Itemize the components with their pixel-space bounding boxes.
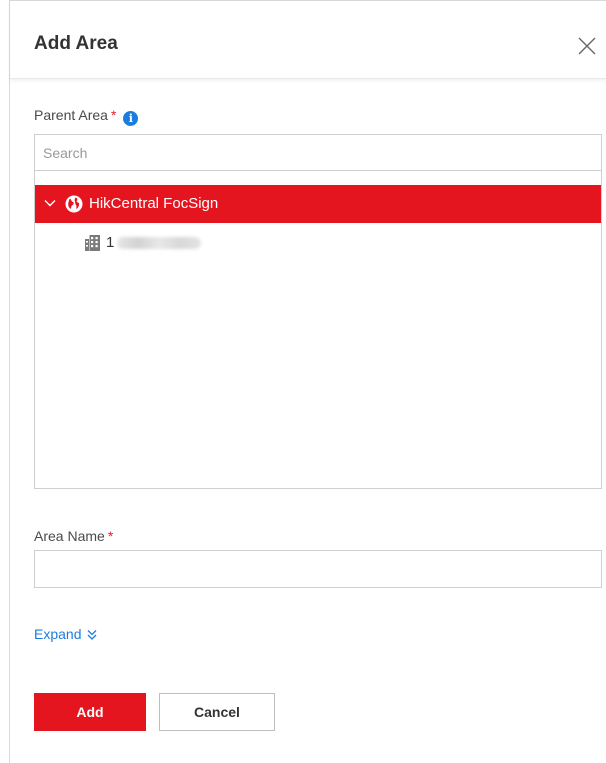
dialog-title: Add Area [34,33,118,54]
area-name-label: Area Name * [34,527,113,545]
area-name-label-text: Area Name [34,528,105,544]
parent-area-label: Parent Area * i [34,106,139,126]
required-mark: * [107,528,114,544]
globe-icon [65,195,83,213]
add-area-dialog: Add Area Parent Area*i HikCentral FocSig… [9,0,606,763]
parent-area-label-text: Parent Area [34,107,108,123]
info-icon[interactable]: i [123,111,139,126]
area-name-input[interactable] [34,550,602,588]
search-input[interactable] [35,135,601,171]
required-mark: * [110,107,117,123]
tree-node-label: HikCentral FocSign [89,195,219,212]
close-icon[interactable] [576,35,598,57]
cancel-button[interactable]: Cancel [159,693,275,731]
building-icon [85,235,100,251]
tree-node-label: 1 [106,234,115,251]
redacted-text [117,237,201,249]
dialog-header: Add Area [10,1,606,79]
expand-label: Expand [34,626,82,642]
tree-node-child[interactable]: 1 [35,229,601,257]
expand-link[interactable]: Expand [34,625,98,643]
chevron-down-icon[interactable] [44,197,56,209]
add-button[interactable]: Add [34,693,146,731]
parent-area-tree: HikCentral FocSign 1 [34,134,602,489]
tree-node-root[interactable]: HikCentral FocSign [35,185,601,223]
double-chevron-down-icon [88,630,97,640]
